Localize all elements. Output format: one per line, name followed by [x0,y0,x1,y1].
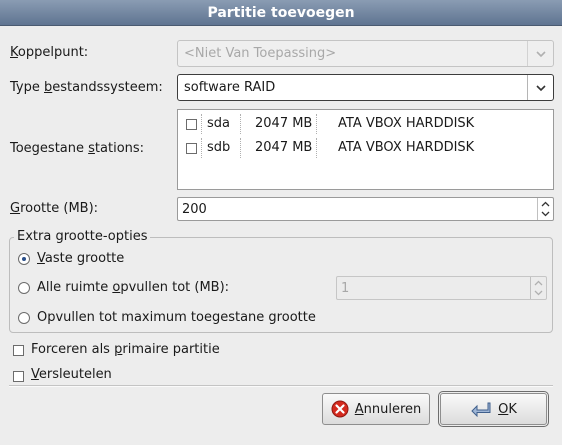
drive-checkbox[interactable] [186,143,197,154]
dialog-title: Partitie toevoegen [0,0,562,26]
mount-point-label-post: oppelpunt: [17,45,89,60]
fixed-size-post: aste grootte [44,251,125,266]
column-divider [201,138,202,158]
column-divider [201,114,202,134]
column-divider [316,138,317,158]
cancel-label-post: nnuleren [363,401,422,417]
fill-max-pre: Opvullen tot maximum toegestane grootte [37,310,316,325]
chevron-down-icon [527,75,553,100]
cancel-icon [331,400,349,418]
radio-fill-upto[interactable] [18,282,30,294]
button-separator [9,385,553,387]
drives-list[interactable]: sda 2047 MB ATA VBOX HARDDISK sdb 2047 M… [177,109,554,190]
drives-label-pre: Toegestane [10,141,89,156]
drive-size: 2047 MB [255,116,313,131]
column-divider [316,114,317,134]
encrypt-mnemonic: V [31,367,39,382]
cancel-button[interactable]: Annuleren [322,393,430,425]
fill-upto-pre: Alle ruimte [37,280,113,295]
ok-label: OK [498,402,517,417]
fill-max-label[interactable]: Opvullen tot maximum toegestane grootte [37,310,316,325]
extra-size-options-title: Extra grootte-opties [14,229,151,244]
radio-fill-max[interactable] [18,312,30,324]
radio-fixed-size[interactable] [18,253,30,265]
size-label: Grootte (MB): [10,201,98,216]
drive-checkbox[interactable] [186,119,197,130]
force-primary-label[interactable]: Forceren als primaire partitie [31,342,220,357]
chevron-down-icon [527,41,553,66]
mount-point-label-mnemonic: K [10,45,18,60]
size-spinbutton[interactable]: 200 [177,197,554,221]
enter-arrow-icon [471,402,491,417]
drive-name: sdb [207,140,231,155]
fs-type-label-pre: Type [10,80,44,95]
ok-label-mnemonic: O [498,401,509,417]
drive-row-sdb[interactable]: sdb 2047 MB ATA VBOX HARDDISK [178,136,553,160]
fs-type-label: Type bestandssysteem: [10,80,163,95]
column-divider [240,138,241,158]
column-divider [240,114,241,134]
ok-button[interactable]: OK [438,391,549,427]
mount-point-value: <Niet Van Toepassing> [184,46,337,61]
drive-row-sda[interactable]: sda 2047 MB ATA VBOX HARDDISK [178,112,553,136]
fill-upto-label[interactable]: Alle ruimte opvullen tot (MB): [37,280,229,295]
fill-upto-value: 1 [341,281,350,296]
drives-label-post: tations: [94,141,145,156]
encrypt-label[interactable]: Versleutelen [31,367,112,382]
fixed-size-mnemonic: V [37,251,45,266]
spin-down-icon[interactable] [541,211,550,217]
size-label-post: rootte (MB): [20,201,99,216]
mount-point-combo[interactable]: <Niet Van Toepassing> [177,40,554,67]
spin-arrows[interactable] [537,198,553,220]
size-label-mnemonic: G [10,201,21,216]
drives-label: Toegestane stations: [10,141,144,156]
spin-down-icon[interactable] [534,290,543,296]
cancel-label-mnemonic: A [354,401,364,417]
fill-upto-post: pvullen tot (MB): [120,280,230,295]
mount-point-label: Koppelpunt: [10,45,88,60]
fs-type-value: software RAID [184,80,276,95]
encrypt-post: ersleutelen [38,367,112,382]
spin-up-icon[interactable] [541,201,550,207]
force-primary-post: rimaire partitie [122,342,220,357]
force-primary-pre: Forceren als [31,342,115,357]
size-value: 200 [182,202,207,217]
fixed-size-label[interactable]: Vaste grootte [37,251,124,266]
fill-upto-spinbutton[interactable]: 1 [336,276,547,300]
drive-name: sda [207,116,230,131]
spin-arrows[interactable] [530,277,546,299]
drive-model: ATA VBOX HARDDISK [338,140,475,155]
ok-label-post: K [508,401,517,417]
spin-up-icon[interactable] [534,280,543,286]
encrypt-checkbox[interactable] [13,371,24,382]
fs-type-label-post: estandssysteem: [52,80,163,95]
drive-size: 2047 MB [255,140,313,155]
drives-label-mnemonic: s [88,141,95,156]
cancel-label: Annuleren [355,402,422,417]
drive-model: ATA VBOX HARDDISK [338,116,475,131]
force-primary-checkbox[interactable] [13,345,24,356]
fs-type-combo[interactable]: software RAID [177,74,554,101]
